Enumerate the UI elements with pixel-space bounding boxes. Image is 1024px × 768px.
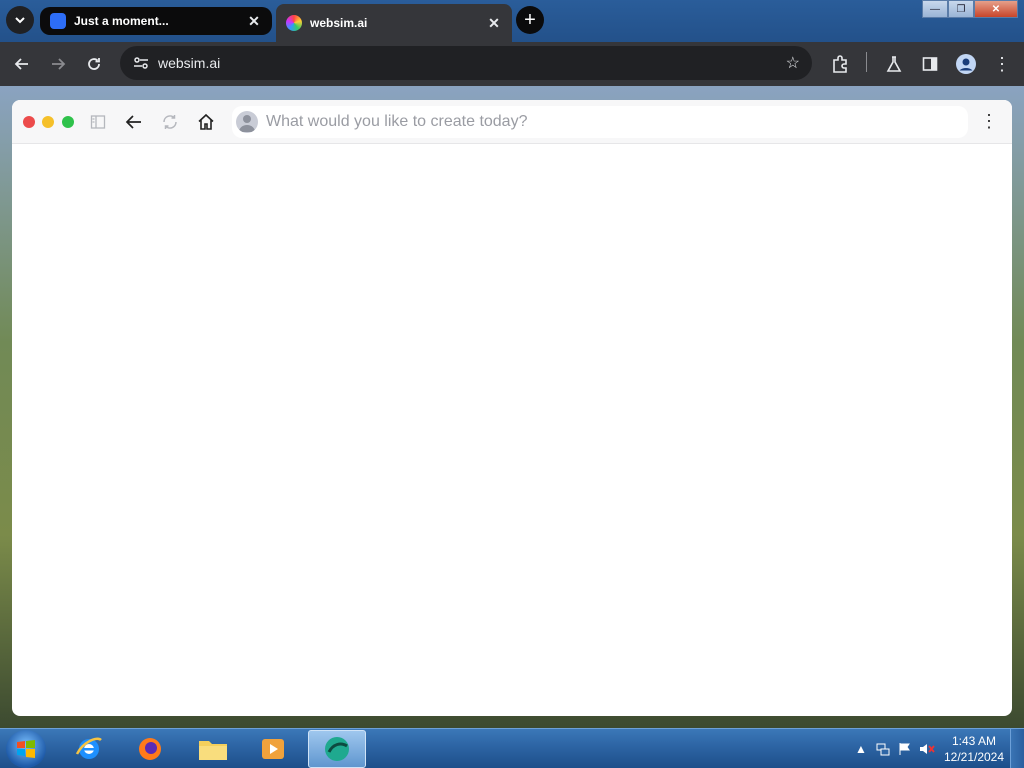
browser-toolbar: websim.ai ☆ ⋮	[0, 42, 1024, 86]
tab-strip: Just a moment... ✕ websim.ai ✕ + — ❐ ✕	[0, 0, 1024, 42]
windows-logo-icon	[17, 740, 35, 758]
home-icon	[198, 113, 214, 130]
action-center-flag-icon[interactable]	[894, 738, 916, 760]
page-viewport: ⋮	[0, 86, 1024, 728]
traffic-light-green[interactable]	[62, 116, 74, 128]
restore-button[interactable]: ❐	[948, 0, 974, 18]
address-bar[interactable]: websim.ai ☆	[120, 46, 812, 80]
user-avatar-icon[interactable]	[236, 111, 258, 133]
tab-search-button[interactable]	[6, 6, 34, 34]
internet-explorer-icon	[75, 737, 102, 759]
traffic-light-red[interactable]	[23, 116, 35, 128]
websim-back-button[interactable]	[122, 110, 146, 134]
kebab-menu-icon: ⋮	[993, 53, 1011, 74]
volume-muted-icon[interactable]	[916, 738, 938, 760]
labs-button[interactable]	[882, 52, 906, 76]
taskbar-media-player[interactable]	[244, 730, 302, 768]
network-icon[interactable]	[872, 738, 894, 760]
chevron-down-icon	[15, 17, 25, 24]
chrome-window: Just a moment... ✕ websim.ai ✕ + — ❐ ✕ w…	[0, 0, 1024, 728]
side-panel-icon	[922, 57, 938, 71]
websim-home-button[interactable]	[194, 110, 218, 134]
taskbar-firefox[interactable]	[121, 730, 179, 768]
extensions-button[interactable]	[828, 52, 852, 76]
show-desktop-button[interactable]	[1010, 729, 1024, 768]
site-settings-icon[interactable]	[130, 52, 152, 74]
flask-icon	[886, 56, 902, 72]
tab-just-a-moment[interactable]: Just a moment... ✕	[40, 7, 272, 35]
arrow-left-icon	[14, 58, 28, 70]
start-button[interactable]	[6, 730, 46, 768]
tab-title: Just a moment...	[74, 14, 169, 28]
windows-taskbar: ▲ 1:43 AM 12/21/2024	[0, 728, 1024, 768]
arrow-left-icon	[125, 115, 141, 129]
clock[interactable]: 1:43 AM 12/21/2024	[938, 733, 1010, 765]
sidebar-icon	[90, 115, 106, 129]
taskbar-websim-app[interactable]	[308, 730, 366, 768]
websim-menu-icon[interactable]: ⋮	[980, 112, 998, 130]
cloud-favicon-icon	[50, 13, 66, 29]
avatar-icon	[956, 54, 976, 74]
refresh-icon	[163, 115, 177, 129]
websim-app: ⋮	[12, 100, 1012, 716]
prompt-input[interactable]	[266, 113, 968, 131]
tab-close-icon[interactable]: ✕	[486, 15, 502, 31]
traffic-light-yellow[interactable]	[42, 116, 54, 128]
arrow-right-icon	[52, 58, 66, 70]
clock-time: 1:43 AM	[951, 734, 997, 748]
websim-toolbar: ⋮	[12, 100, 1012, 144]
bookmark-star-icon[interactable]: ☆	[786, 53, 800, 73]
profile-button[interactable]	[954, 52, 978, 76]
sidebar-toggle-button[interactable]	[86, 110, 110, 134]
prompt-bar[interactable]	[232, 106, 968, 138]
websim-app-icon	[325, 737, 349, 761]
side-panel-button[interactable]	[918, 52, 942, 76]
taskbar-internet-explorer[interactable]	[60, 730, 118, 768]
tab-websim[interactable]: websim.ai ✕	[276, 4, 512, 42]
url-text: websim.ai	[158, 55, 221, 71]
close-window-button[interactable]: ✕	[974, 0, 1018, 18]
window-controls: — ❐ ✕	[922, 0, 1018, 18]
chrome-menu-button[interactable]: ⋮	[990, 52, 1014, 76]
show-hidden-icons-icon[interactable]: ▲	[850, 738, 872, 760]
system-tray: ▲ 1:43 AM 12/21/2024	[850, 729, 1024, 768]
new-tab-button[interactable]: +	[516, 6, 544, 34]
taskbar-file-explorer[interactable]	[184, 730, 242, 768]
tab-title: websim.ai	[310, 16, 368, 30]
reload-icon	[88, 58, 100, 70]
reload-button[interactable]	[82, 52, 106, 76]
puzzle-icon	[833, 55, 847, 73]
minimize-button[interactable]: —	[922, 0, 948, 18]
back-button[interactable]	[10, 52, 34, 76]
clock-date: 12/21/2024	[943, 750, 1005, 764]
media-player-icon	[262, 739, 284, 759]
firefox-icon	[139, 738, 161, 760]
forward-button[interactable]	[46, 52, 70, 76]
websim-favicon-icon	[286, 15, 302, 31]
tab-close-icon[interactable]: ✕	[246, 13, 262, 29]
websim-refresh-button[interactable]	[158, 110, 182, 134]
folder-icon	[199, 741, 227, 760]
toolbar-divider	[866, 52, 867, 72]
